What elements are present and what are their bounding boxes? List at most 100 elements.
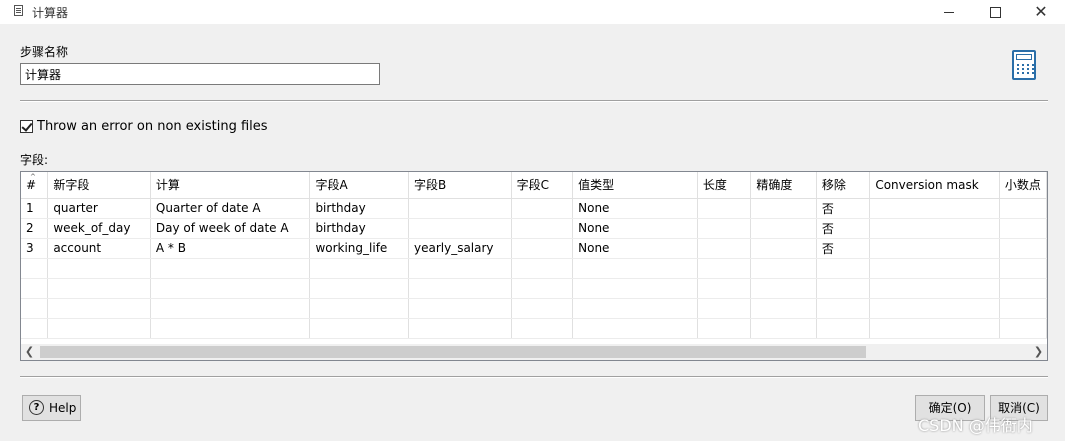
table-cell[interactable]	[150, 278, 311, 299]
table-cell[interactable]	[511, 198, 574, 219]
close-button[interactable]: ✕	[1018, 0, 1064, 24]
table-row[interactable]	[21, 318, 1047, 339]
table-cell[interactable]: None	[572, 238, 698, 259]
table-cell[interactable]	[750, 198, 817, 219]
column-header[interactable]: 字段B	[408, 172, 512, 199]
table-cell[interactable]	[150, 258, 311, 279]
table-cell[interactable]	[697, 318, 752, 339]
table-cell[interactable]: yearly_salary	[408, 238, 512, 259]
table-cell[interactable]	[697, 278, 752, 299]
column-header[interactable]: 值类型	[572, 172, 698, 199]
table-cell[interactable]	[869, 238, 1000, 259]
scroll-left-icon[interactable]: ❮	[21, 344, 38, 360]
table-cell[interactable]	[21, 278, 49, 299]
table-cell[interactable]	[869, 198, 1000, 219]
step-name-input[interactable]	[20, 63, 380, 85]
table-cell[interactable]	[999, 218, 1047, 239]
table-cell[interactable]	[572, 278, 698, 299]
table-cell[interactable]	[869, 318, 1000, 339]
table-cell[interactable]: week_of_day	[47, 218, 151, 239]
table-cell[interactable]	[697, 198, 752, 219]
table-cell[interactable]: None	[572, 198, 698, 219]
table-cell[interactable]	[816, 258, 871, 279]
table-cell[interactable]	[408, 318, 512, 339]
table-cell[interactable]: birthday	[309, 198, 409, 219]
table-cell[interactable]	[697, 238, 752, 259]
table-cell[interactable]: 否	[816, 198, 871, 219]
table-cell[interactable]	[511, 258, 574, 279]
table-cell[interactable]: 否	[816, 218, 871, 239]
table-cell[interactable]	[869, 298, 1000, 319]
table-cell[interactable]	[572, 298, 698, 319]
table-cell[interactable]: A * B	[150, 238, 311, 259]
table-cell[interactable]: 否	[816, 238, 871, 259]
table-row[interactable]	[21, 278, 1047, 299]
table-cell[interactable]	[47, 298, 151, 319]
table-cell[interactable]	[47, 318, 151, 339]
table-cell[interactable]	[572, 318, 698, 339]
table-row[interactable]	[21, 258, 1047, 279]
table-cell[interactable]	[408, 278, 512, 299]
column-header[interactable]: 字段C	[511, 172, 574, 199]
table-cell[interactable]: Quarter of date A	[150, 198, 311, 219]
maximize-button[interactable]	[972, 0, 1018, 24]
table-cell[interactable]	[408, 198, 512, 219]
table-cell[interactable]	[150, 318, 311, 339]
column-header[interactable]: Conversion mask	[869, 172, 1000, 199]
table-cell[interactable]	[999, 278, 1047, 299]
table-cell[interactable]	[511, 278, 574, 299]
table-cell[interactable]	[572, 258, 698, 279]
table-cell[interactable]	[47, 278, 151, 299]
table-cell[interactable]	[309, 258, 409, 279]
table-cell[interactable]	[999, 238, 1047, 259]
table-cell[interactable]: Day of week of date A	[150, 218, 311, 239]
table-cell[interactable]	[999, 318, 1047, 339]
table-cell[interactable]	[150, 298, 311, 319]
table-cell[interactable]	[999, 258, 1047, 279]
minimize-button[interactable]	[926, 0, 972, 24]
scrollbar-thumb[interactable]	[40, 346, 866, 358]
table-cell[interactable]: 1	[21, 198, 49, 219]
table-cell[interactable]	[750, 298, 817, 319]
table-cell[interactable]	[869, 278, 1000, 299]
help-button[interactable]: ? Help	[22, 395, 81, 421]
table-cell[interactable]	[408, 258, 512, 279]
table-cell[interactable]: None	[572, 218, 698, 239]
table-cell[interactable]	[816, 278, 871, 299]
table-cell[interactable]	[999, 298, 1047, 319]
table-cell[interactable]: quarter	[47, 198, 151, 219]
table-cell[interactable]: 2	[21, 218, 49, 239]
table-cell[interactable]	[21, 258, 49, 279]
column-header[interactable]: 移除	[816, 172, 871, 199]
table-cell[interactable]	[309, 298, 409, 319]
table-cell[interactable]	[816, 318, 871, 339]
table-row[interactable]: 1 quarter Quarter of date Abirthday None 否	[21, 198, 1047, 219]
horizontal-scrollbar[interactable]: ❮ ❯	[21, 344, 1047, 360]
table-cell[interactable]	[999, 198, 1047, 219]
table-cell[interactable]: working_life	[309, 238, 409, 259]
table-row[interactable]: 3 account A * Bworking_life yearly_salary No…	[21, 238, 1047, 259]
table-cell[interactable]	[750, 238, 817, 259]
table-cell[interactable]: account	[47, 238, 151, 259]
table-cell[interactable]	[869, 258, 1000, 279]
scroll-right-icon[interactable]: ❯	[1030, 344, 1047, 360]
table-cell[interactable]	[750, 258, 817, 279]
table-cell[interactable]	[511, 318, 574, 339]
table-cell[interactable]	[697, 298, 752, 319]
table-cell[interactable]	[697, 258, 752, 279]
table-cell[interactable]	[869, 218, 1000, 239]
fields-table[interactable]: ^ # 新字段 计算 字段A 字段B 字段C 值类型 长度 精确度 移除 Conversion mas…	[20, 171, 1048, 361]
table-cell[interactable]	[511, 218, 574, 239]
column-header[interactable]: 计算	[150, 172, 311, 199]
table-row[interactable]: 2 week_of_day Day of week of date Abirthda…	[21, 218, 1047, 239]
column-header[interactable]: ^ #	[21, 172, 49, 199]
column-header[interactable]: 字段A	[309, 172, 409, 199]
table-cell[interactable]	[309, 318, 409, 339]
table-cell[interactable]	[408, 298, 512, 319]
throw-error-checkbox[interactable]	[20, 120, 33, 133]
table-cell[interactable]	[750, 278, 817, 299]
table-cell[interactable]	[816, 298, 871, 319]
table-cell[interactable]	[511, 298, 574, 319]
table-cell[interactable]	[750, 318, 817, 339]
table-cell[interactable]	[21, 298, 49, 319]
